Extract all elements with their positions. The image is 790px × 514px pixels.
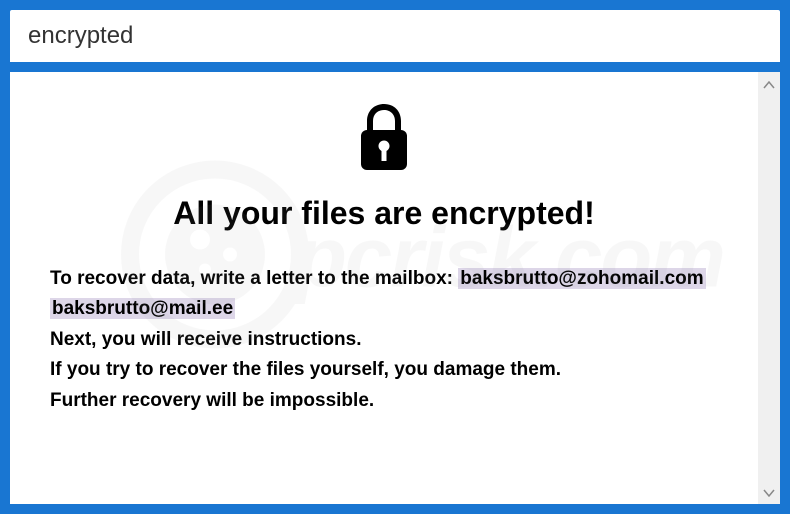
lock-icon: [355, 102, 413, 177]
email-2: baksbrutto@mail.ee: [50, 298, 235, 319]
ransom-note-window: encrypted All your files are encrypted! …: [10, 10, 780, 504]
content-wrapper: All your files are encrypted! To recover…: [10, 72, 780, 504]
email-1: baksbrutto@zohomail.com: [458, 268, 705, 289]
instructions-line: Next, you will receive instructions.: [50, 325, 718, 355]
content-area: All your files are encrypted! To recover…: [10, 72, 758, 504]
vertical-scrollbar[interactable]: [758, 72, 780, 504]
scroll-up-arrow[interactable]: [763, 76, 775, 92]
scroll-down-arrow[interactable]: [763, 484, 775, 500]
window-title: encrypted: [28, 22, 133, 49]
window-titlebar: encrypted: [10, 10, 780, 62]
line1-prefix: To recover data, write a letter to the m…: [50, 268, 458, 289]
recovery-line-1: To recover data, write a letter to the m…: [50, 264, 718, 294]
email-2-line: baksbrutto@mail.ee: [50, 294, 718, 324]
main-heading: All your files are encrypted!: [173, 195, 594, 232]
warning-line-2: Further recovery will be impossible.: [50, 386, 718, 416]
body-text: To recover data, write a letter to the m…: [50, 264, 718, 416]
warning-line-1: If you try to recover the files yourself…: [50, 355, 718, 385]
